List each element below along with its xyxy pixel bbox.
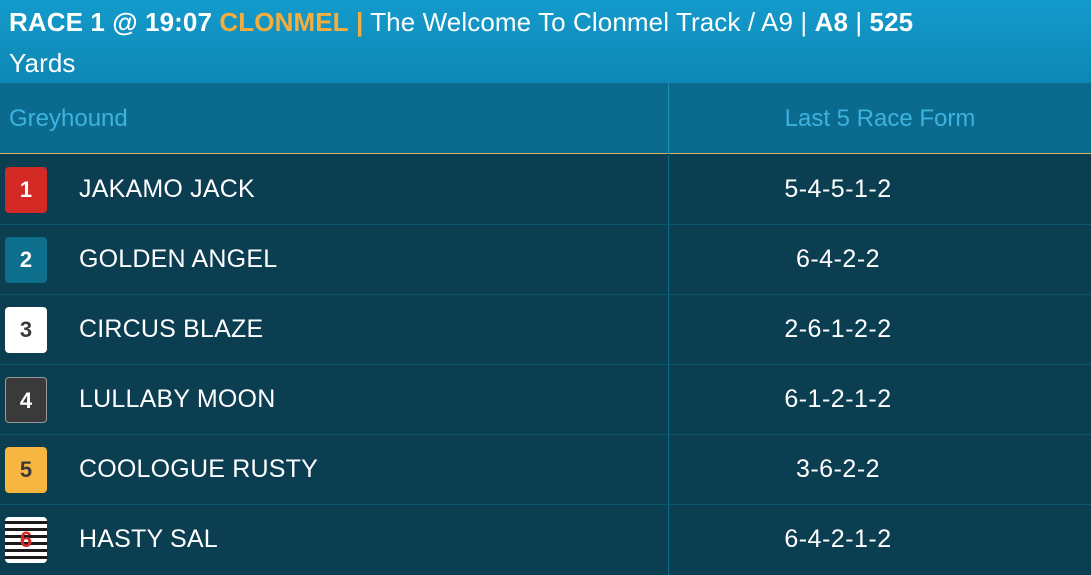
greyhound-name[interactable]: JAKAMO JACK: [79, 155, 255, 225]
trap-5-badge: 5: [5, 447, 47, 493]
trap-3-badge: 3: [5, 307, 47, 353]
venue-name: CLONMEL: [219, 7, 349, 37]
table-row[interactable]: 5 COOLOGUE RUSTY 3-6-2-2: [0, 435, 1091, 505]
table-row[interactable]: 3 CIRCUS BLAZE 2-6-1-2-2: [0, 295, 1091, 365]
race-form: 2-6-1-2-2: [784, 315, 892, 343]
greyhound-name[interactable]: HASTY SAL: [79, 505, 218, 575]
trap-6-badge: 6: [5, 517, 47, 563]
distance-unit: Yards: [9, 48, 76, 78]
trap-1-badge: 1: [5, 167, 47, 213]
trap-2-badge: 2: [5, 237, 47, 283]
race-form: 5-4-5-1-2: [784, 175, 892, 203]
race-form: 6-4-2-1-2: [784, 525, 892, 553]
race-header: RACE 1 @ 19:07 CLONMEL | The Welcome To …: [0, 0, 1091, 83]
column-header-form: Last 5 Race Form: [668, 83, 1091, 154]
race-form: 6-1-2-1-2: [784, 385, 892, 413]
race-number-time: RACE 1 @ 19:07: [9, 7, 213, 37]
race-distance: 525: [869, 7, 914, 37]
table-row[interactable]: 1 JAKAMO JACK 5-4-5-1-2: [0, 155, 1091, 225]
race-grade: A8: [814, 7, 848, 37]
race-form: 6-4-2-2: [795, 245, 881, 273]
race-form: 3-6-2-2: [795, 455, 881, 483]
separator: |: [355, 7, 364, 37]
separator: |: [800, 7, 808, 37]
separator: |: [855, 7, 863, 37]
trap-4-badge: 4: [5, 377, 47, 423]
greyhound-name[interactable]: CIRCUS BLAZE: [79, 295, 263, 365]
race-card: RACE 1 @ 19:07 CLONMEL | The Welcome To …: [0, 0, 1091, 575]
greyhound-name[interactable]: COOLOGUE RUSTY: [79, 435, 318, 505]
greyhound-name[interactable]: LULLABY MOON: [79, 365, 275, 435]
table-row[interactable]: 6 HASTY SAL 6-4-2-1-2: [0, 505, 1091, 575]
greyhound-name[interactable]: GOLDEN ANGEL: [79, 225, 277, 295]
runners-list: 1 JAKAMO JACK 5-4-5-1-2 2 GOLDEN ANGEL 6…: [0, 155, 1091, 575]
table-row[interactable]: 2 GOLDEN ANGEL 6-4-2-2: [0, 225, 1091, 295]
column-header-greyhound: Greyhound: [9, 105, 128, 132]
table-header: Greyhound Last 5 Race Form: [0, 83, 1091, 154]
table-row[interactable]: 4 LULLABY MOON 6-1-2-1-2: [0, 365, 1091, 435]
race-title-line: RACE 1 @ 19:07 CLONMEL | The Welcome To …: [9, 2, 1082, 43]
race-title: The Welcome To Clonmel Track / A9: [370, 7, 794, 37]
